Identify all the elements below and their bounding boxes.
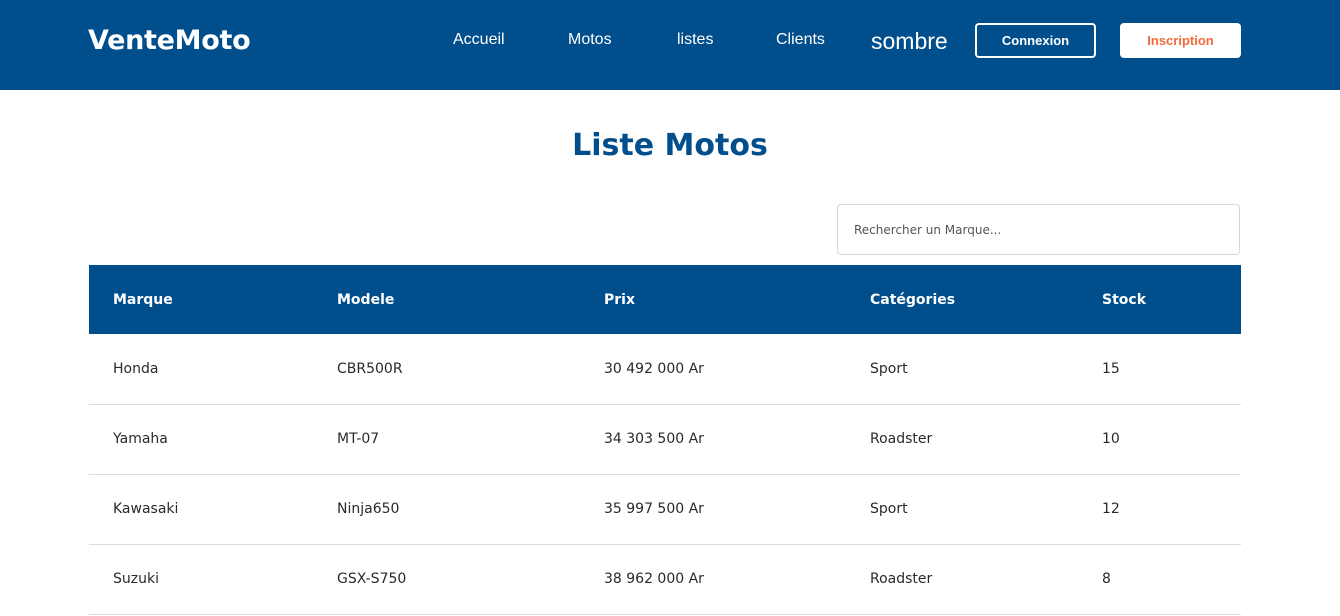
cell-marque: Honda bbox=[113, 360, 159, 377]
cell-marque: Yamaha bbox=[113, 431, 168, 447]
cell-modele: MT-07 bbox=[337, 431, 380, 447]
cell-stock: 15 bbox=[1102, 360, 1120, 377]
login-button[interactable]: Connexion bbox=[975, 23, 1096, 58]
column-header-categories[interactable]: Catégories bbox=[846, 265, 1078, 334]
table-row[interactable]: Suzuki GSX-S750 38 962 000 Ar Roadster 8 bbox=[89, 544, 1241, 614]
cell-prix: 38 962 000 Ar bbox=[604, 571, 704, 587]
cell-modele: GSX-S750 bbox=[337, 571, 407, 587]
cell-categorie: Sport bbox=[870, 360, 908, 377]
cell-modele: Ninja650 bbox=[337, 501, 400, 517]
table-row[interactable]: Honda CBR500R 30 492 000 Ar Sport 15 bbox=[89, 334, 1241, 404]
brand-logo[interactable]: VenteMoto bbox=[88, 25, 251, 56]
theme-toggle[interactable]: sombre bbox=[871, 28, 948, 55]
cell-stock: 10 bbox=[1102, 431, 1120, 447]
cell-modele: CBR500R bbox=[337, 360, 403, 377]
column-header-prix[interactable]: Prix bbox=[580, 265, 846, 334]
page-title: Liste Motos bbox=[572, 128, 768, 163]
cell-prix: 30 492 000 Ar bbox=[604, 360, 704, 377]
signup-button[interactable]: Inscription bbox=[1120, 23, 1241, 58]
nav-link-motos[interactable]: Motos bbox=[568, 31, 612, 49]
nav-link-clients[interactable]: Clients bbox=[776, 31, 825, 49]
cell-categorie: Roadster bbox=[870, 571, 933, 587]
cell-marque: Suzuki bbox=[113, 571, 159, 587]
table-row[interactable]: Kawasaki Ninja650 35 997 500 Ar Sport 12 bbox=[89, 474, 1241, 544]
search-input[interactable] bbox=[837, 204, 1240, 255]
cell-stock: 8 bbox=[1102, 571, 1111, 587]
cell-marque: Kawasaki bbox=[113, 501, 179, 517]
cell-prix: 35 997 500 Ar bbox=[604, 501, 704, 517]
cell-prix: 34 303 500 Ar bbox=[604, 431, 704, 447]
motos-table: Marque Modele Prix Catégories Stock Hond… bbox=[89, 265, 1241, 615]
table-row[interactable]: Yamaha MT-07 34 303 500 Ar Roadster 10 bbox=[89, 404, 1241, 474]
table-header-row: Marque Modele Prix Catégories Stock bbox=[89, 265, 1241, 334]
nav-link-accueil[interactable]: Accueil bbox=[453, 31, 505, 49]
nav-link-listes[interactable]: listes bbox=[677, 31, 713, 49]
column-header-marque[interactable]: Marque bbox=[89, 265, 313, 334]
column-header-stock[interactable]: Stock bbox=[1078, 265, 1241, 334]
cell-stock: 12 bbox=[1102, 501, 1120, 517]
top-navbar: VenteMoto Accueil Motos listes Clients s… bbox=[0, 0, 1340, 90]
column-header-modele[interactable]: Modele bbox=[313, 265, 580, 334]
cell-categorie: Sport bbox=[870, 501, 908, 517]
cell-categorie: Roadster bbox=[870, 431, 933, 447]
